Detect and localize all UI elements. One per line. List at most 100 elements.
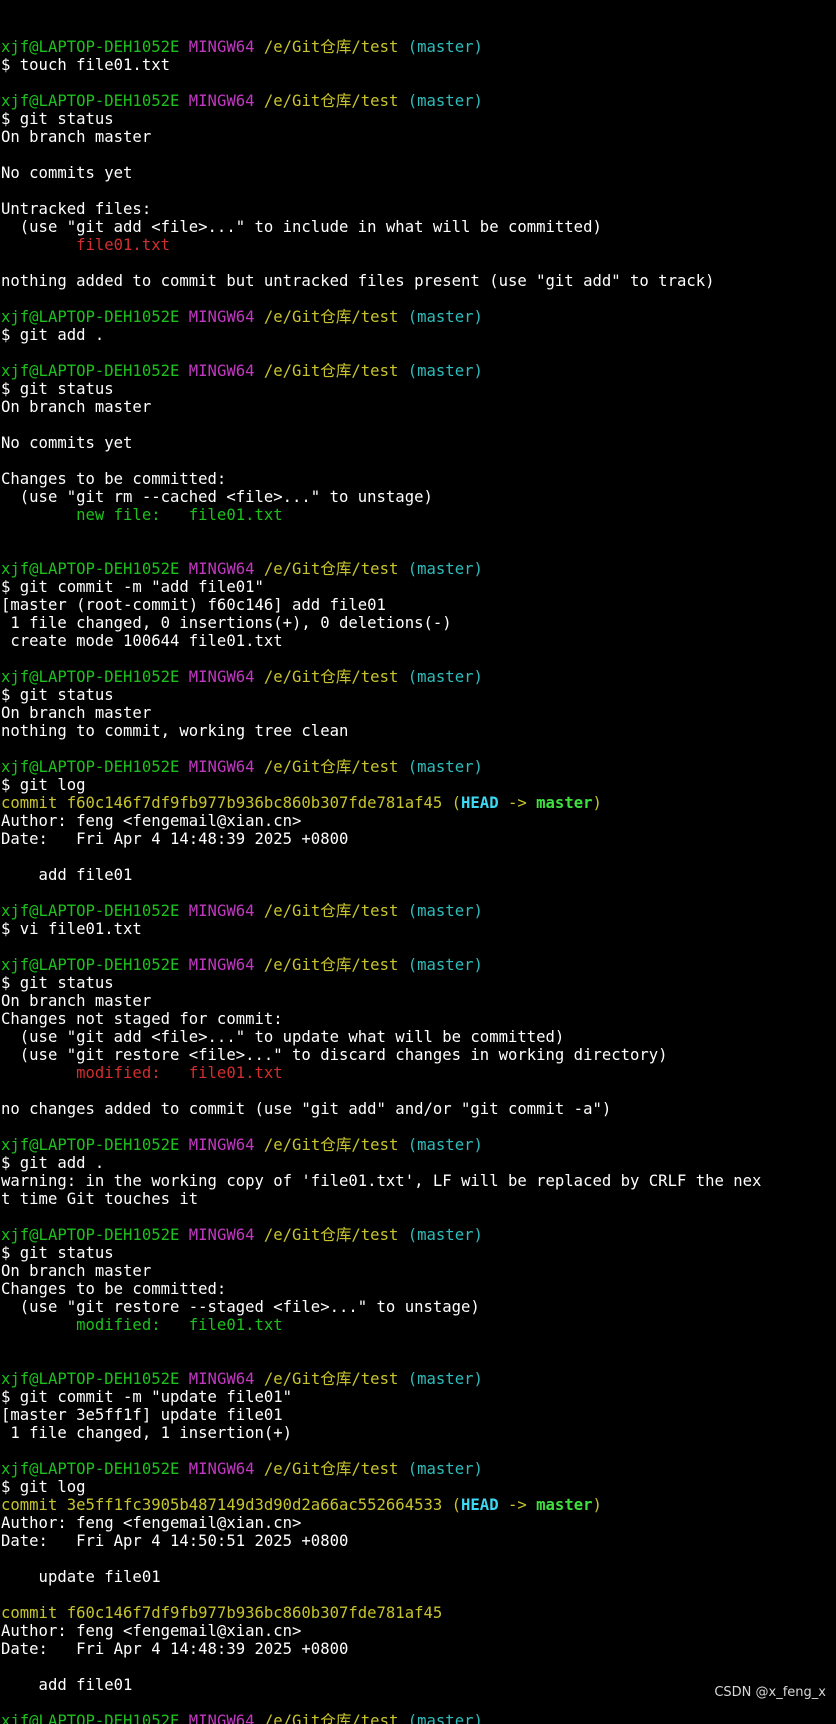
command-line: $ git status: [1, 686, 114, 704]
prompt-branch: (master): [407, 956, 483, 974]
prompt-path: /e/Git仓库/test: [263, 560, 399, 578]
prompt-path: /e/Git仓库/test: [263, 38, 399, 56]
prompt-path: /e/Git仓库/test: [263, 1460, 399, 1478]
output-line: No commits yet: [1, 164, 133, 182]
prompt-user-host: xjf@LAPTOP-DEH1052E: [1, 1136, 180, 1154]
output-line: warning: in the working copy of 'file01.…: [1, 1172, 762, 1190]
prompt-path: /e/Git仓库/test: [263, 1136, 399, 1154]
staged-file-line: new file: file01.txt: [1, 506, 283, 524]
output-line: Date: Fri Apr 4 14:50:51 2025 +0800: [1, 1532, 349, 1550]
prompt-line: xjf@LAPTOP-DEH1052E MINGW64 /e/Git仓库/tes…: [1, 308, 836, 326]
prompt-branch: (master): [407, 758, 483, 776]
output-line: (use "git add <file>..." to include in w…: [1, 218, 602, 236]
command-line: $ touch file01.txt: [1, 56, 170, 74]
output-line: On branch master: [1, 398, 152, 416]
untracked-file-line: file01.txt: [1, 236, 170, 254]
output-line: Changes not staged for commit:: [1, 1010, 283, 1028]
terminal-window[interactable]: xjf@LAPTOP-DEH1052E MINGW64 /e/Git仓库/tes…: [0, 0, 836, 1724]
command-line: $ git status: [1, 1244, 114, 1262]
output-line: add file01: [1, 1676, 133, 1694]
prompt-branch: (master): [407, 92, 483, 110]
command-line: $ git status: [1, 380, 114, 398]
output-line: Date: Fri Apr 4 14:48:39 2025 +0800: [1, 1640, 349, 1658]
prompt-line: xjf@LAPTOP-DEH1052E MINGW64 /e/Git仓库/tes…: [1, 362, 836, 380]
command-line: $ git status: [1, 974, 114, 992]
untracked-file-line: modified: file01.txt: [1, 1064, 283, 1082]
terminal-output: xjf@LAPTOP-DEH1052E MINGW64 /e/Git仓库/tes…: [1, 38, 836, 1724]
output-line: update file01: [1, 1568, 161, 1586]
prompt-path: /e/Git仓库/test: [263, 92, 399, 110]
head-ref: HEAD: [461, 1496, 499, 1514]
prompt-line: xjf@LAPTOP-DEH1052E MINGW64 /e/Git仓库/tes…: [1, 1136, 836, 1154]
commit-line: commit f60c146f7df9fb977b936bc860b307fde…: [1, 794, 602, 812]
commit-line: commit f60c146f7df9fb977b936bc860b307fde…: [1, 1604, 443, 1622]
prompt-path: /e/Git仓库/test: [263, 902, 399, 920]
prompt-user-host: xjf@LAPTOP-DEH1052E: [1, 956, 180, 974]
prompt-path: /e/Git仓库/test: [263, 668, 399, 686]
command-line: $ git commit -m "update file01": [1, 1388, 293, 1406]
prompt-user-host: xjf@LAPTOP-DEH1052E: [1, 1370, 180, 1388]
prompt-branch: (master): [407, 1370, 483, 1388]
prompt-path: /e/Git仓库/test: [263, 1712, 399, 1724]
prompt-path: /e/Git仓库/test: [263, 956, 399, 974]
prompt-env: MINGW64: [188, 362, 255, 380]
branch-ref: master: [536, 794, 593, 812]
command-line: $ git commit -m "add file01": [1, 578, 264, 596]
output-line: Author: feng <fengemail@xian.cn>: [1, 812, 302, 830]
output-line: On branch master: [1, 704, 152, 722]
prompt-env: MINGW64: [188, 1370, 255, 1388]
prompt-env: MINGW64: [188, 560, 255, 578]
output-line: no changes added to commit (use "git add…: [1, 1100, 612, 1118]
prompt-path: /e/Git仓库/test: [263, 1226, 399, 1244]
commit-hash: commit 3e5ff1fc3905b487149d3d90d2a66ac55…: [1, 1496, 443, 1514]
prompt-branch: (master): [407, 38, 483, 56]
output-line: Changes to be committed:: [1, 470, 227, 488]
prompt-line: xjf@LAPTOP-DEH1052E MINGW64 /e/Git仓库/tes…: [1, 560, 836, 578]
output-line: add file01: [1, 866, 133, 884]
prompt-path: /e/Git仓库/test: [263, 1370, 399, 1388]
output-line: Date: Fri Apr 4 14:48:39 2025 +0800: [1, 830, 349, 848]
prompt-branch: (master): [407, 308, 483, 326]
prompt-line: xjf@LAPTOP-DEH1052E MINGW64 /e/Git仓库/tes…: [1, 1226, 836, 1244]
output-line: t time Git touches it: [1, 1190, 199, 1208]
output-line: (use "git restore <file>..." to discard …: [1, 1046, 668, 1064]
prompt-user-host: xjf@LAPTOP-DEH1052E: [1, 1712, 180, 1724]
prompt-line: xjf@LAPTOP-DEH1052E MINGW64 /e/Git仓库/tes…: [1, 92, 836, 110]
prompt-line: xjf@LAPTOP-DEH1052E MINGW64 /e/Git仓库/tes…: [1, 902, 836, 920]
prompt-path: /e/Git仓库/test: [263, 758, 399, 776]
prompt-env: MINGW64: [188, 758, 255, 776]
prompt-branch: (master): [407, 1460, 483, 1478]
output-line: create mode 100644 file01.txt: [1, 632, 283, 650]
prompt-user-host: xjf@LAPTOP-DEH1052E: [1, 758, 180, 776]
prompt-path: /e/Git仓库/test: [263, 308, 399, 326]
output-line: nothing to commit, working tree clean: [1, 722, 349, 740]
ref-arrow: ->: [498, 794, 537, 812]
ref-arrow: ->: [498, 1496, 537, 1514]
output-line: nothing added to commit but untracked fi…: [1, 272, 715, 290]
command-line: $ git log: [1, 776, 86, 794]
prompt-line: xjf@LAPTOP-DEH1052E MINGW64 /e/Git仓库/tes…: [1, 1460, 836, 1478]
prompt-user-host: xjf@LAPTOP-DEH1052E: [1, 362, 180, 380]
head-ref: HEAD: [461, 794, 499, 812]
prompt-path: /e/Git仓库/test: [263, 362, 399, 380]
output-line: 1 file changed, 0 insertions(+), 0 delet…: [1, 614, 452, 632]
prompt-user-host: xjf@LAPTOP-DEH1052E: [1, 1460, 180, 1478]
prompt-env: MINGW64: [188, 1460, 255, 1478]
output-line: (use "git restore --staged <file>..." to…: [1, 1298, 480, 1316]
prompt-user-host: xjf@LAPTOP-DEH1052E: [1, 92, 180, 110]
command-line: $ git log: [1, 1478, 86, 1496]
